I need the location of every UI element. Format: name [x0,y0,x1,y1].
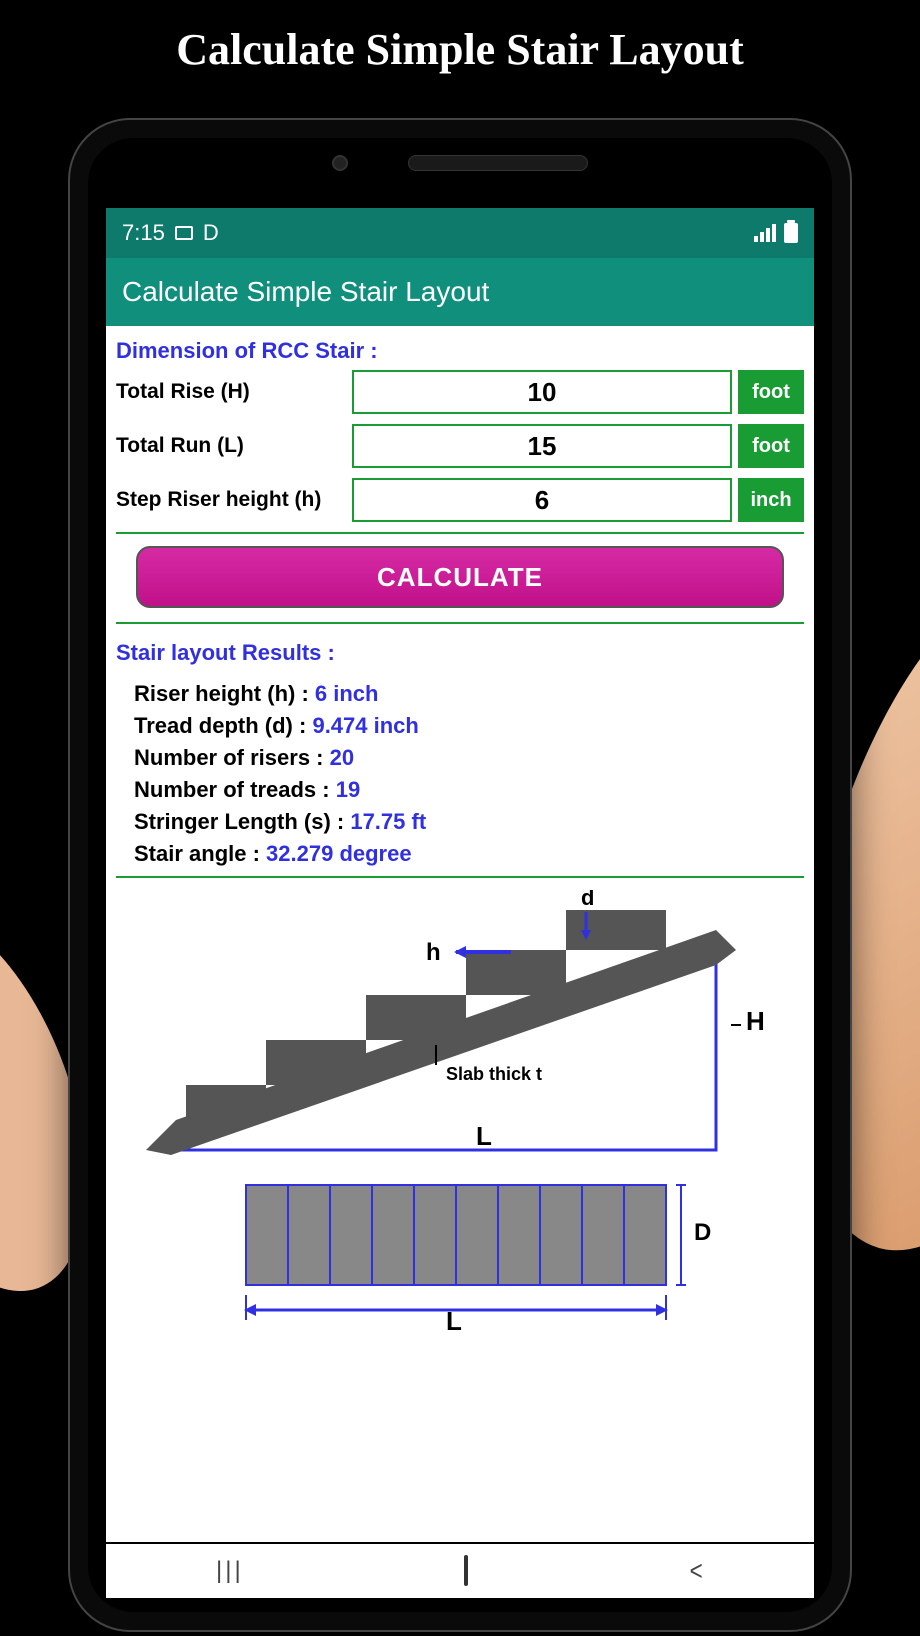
nav-back-button[interactable]: < [689,1555,702,1587]
label-riser-height: Step Riser height (h) [116,488,346,512]
field-row-riser-height: Step Riser height (h) inch [116,478,804,522]
speaker-grill-icon [408,155,588,171]
input-total-rise[interactable] [352,370,732,414]
svg-text:L: L [446,1306,462,1335]
divider [116,622,804,624]
promo-title: Calculate Simple Stair Layout [0,0,920,85]
label-total-run: Total Run (L) [116,434,346,458]
phone-inner: 7:15 D Calculate Simple Stair Layout Dim… [88,138,832,1612]
result-num-risers: Number of risers : 20 [120,742,800,774]
unit-total-run[interactable]: foot [738,424,804,468]
app-bar: Calculate Simple Stair Layout [106,258,814,326]
label-total-rise: Total Rise (H) [116,380,346,404]
svg-text:L: L [476,1121,492,1151]
calculate-button[interactable]: CALCULATE [136,546,784,608]
content[interactable]: Dimension of RCC Stair : Total Rise (H) … [106,326,814,1542]
status-bar: 7:15 D [106,208,814,258]
nav-recents-button[interactable]: ||| [216,1557,244,1585]
unit-total-rise[interactable]: foot [738,370,804,414]
section-dimension-title: Dimension of RCC Stair : [116,334,804,370]
android-nav-bar: ||| < [106,1544,814,1598]
status-time: 7:15 [122,220,165,246]
status-indicator: D [203,220,219,246]
result-tread-depth: Tread depth (d) : 9.474 inch [120,710,800,742]
nav-home-button[interactable] [464,1557,468,1585]
camera-dot-icon [332,155,348,171]
screenshot-icon [175,226,193,240]
section-results-title: Stair layout Results : [116,636,804,672]
svg-text:d: d [581,890,594,910]
svg-text:Slab thick t: Slab thick t [446,1064,542,1084]
notch-bar [88,138,832,188]
results-block: Riser height (h) : 6 inch Tread depth (d… [116,672,804,870]
input-total-run[interactable] [352,424,732,468]
unit-riser-height[interactable]: inch [738,478,804,522]
result-stair-angle: Stair angle : 32.279 degree [120,838,800,870]
signal-icon [754,224,776,242]
stair-side-diagram-icon: d h H Slab thick t L [116,890,796,1170]
divider [116,532,804,534]
phone-frame: 7:15 D Calculate Simple Stair Layout Dim… [70,120,850,1630]
svg-text:D: D [694,1219,711,1246]
svg-text:h: h [426,939,441,966]
battery-icon [784,223,798,243]
svg-text:H: H [746,1006,765,1036]
stair-diagram: d h H Slab thick t L [116,890,804,1340]
field-row-total-rise: Total Rise (H) foot [116,370,804,414]
app-title: Calculate Simple Stair Layout [122,276,489,307]
screen: 7:15 D Calculate Simple Stair Layout Dim… [106,208,814,1542]
result-num-treads: Number of treads : 19 [120,774,800,806]
field-row-total-run: Total Run (L) foot [116,424,804,468]
input-riser-height[interactable] [352,478,732,522]
divider [116,876,804,878]
result-riser-height: Riser height (h) : 6 inch [120,678,800,710]
stair-plan-diagram-icon: D L [116,1175,796,1335]
result-stringer-len: Stringer Length (s) : 17.75 ft [120,806,800,838]
